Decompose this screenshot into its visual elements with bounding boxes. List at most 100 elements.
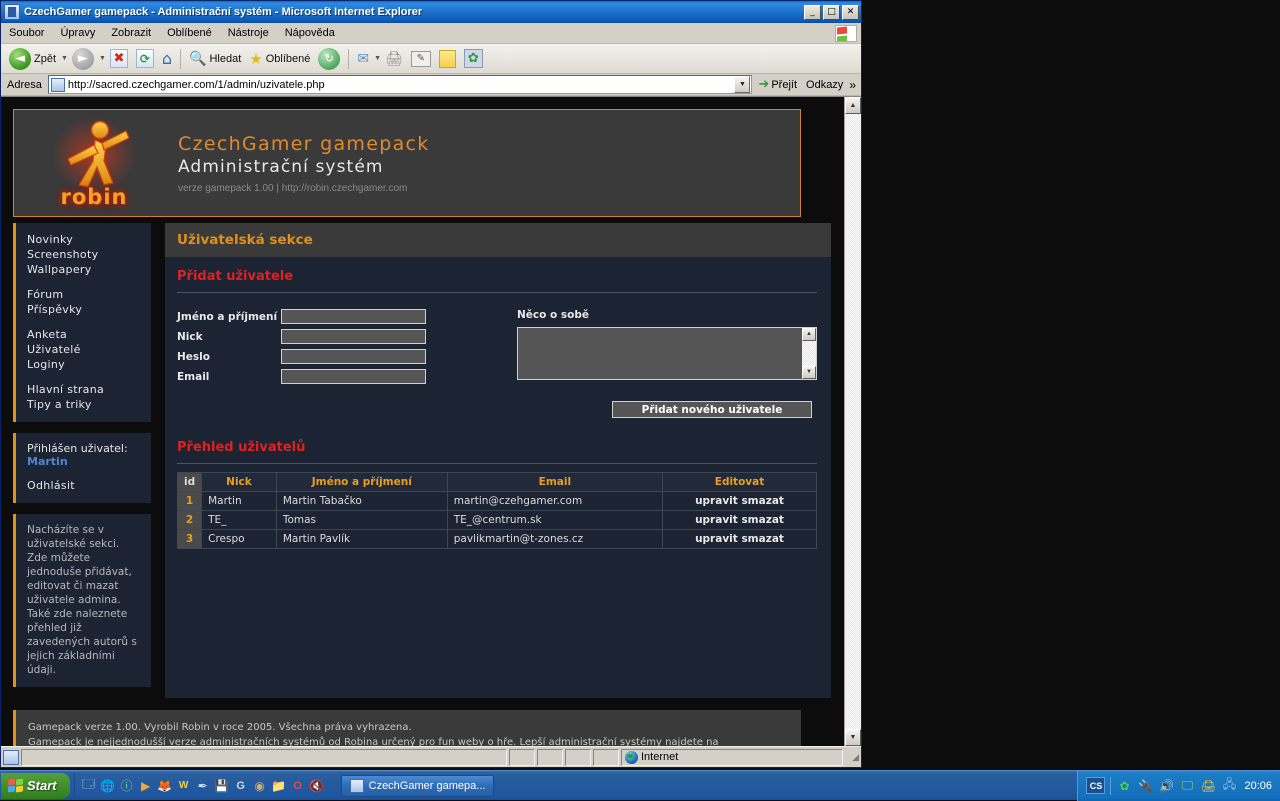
windows-logo-icon — [835, 25, 857, 42]
network-disconnected-icon[interactable]: 🖧 — [1221, 778, 1237, 794]
edit-link[interactable]: upravit — [695, 495, 738, 507]
info-icon[interactable]: ⓘ — [119, 778, 135, 794]
firefox-icon[interactable]: 🦊 — [157, 778, 173, 794]
nav-gap-2 — [27, 317, 141, 327]
go-arrow-icon: ➜ — [758, 77, 769, 92]
mail-button[interactable]: ✉ — [353, 50, 373, 68]
sidebar-item-hlavni-strana[interactable]: Hlavní strana — [27, 382, 141, 397]
ie-window-icon — [4, 4, 20, 20]
nick-field[interactable] — [281, 329, 426, 344]
print-button[interactable]: 🖨 — [381, 50, 407, 68]
refresh-button[interactable]: ⟳ — [132, 48, 158, 69]
opera-icon[interactable]: O — [290, 778, 306, 794]
password-label: Heslo — [177, 351, 281, 363]
usb-device-icon[interactable]: 🔌 — [1137, 778, 1153, 794]
eye-icon[interactable]: ◉ — [252, 778, 268, 794]
fullname-field[interactable] — [281, 309, 426, 324]
maximize-button[interactable]: □ — [823, 5, 840, 20]
sidebar-item-tipy-a-triky[interactable]: Tipy a triky — [27, 397, 141, 412]
home-button[interactable]: ⌂ — [158, 48, 176, 69]
forward-dropdown-icon[interactable]: ▼ — [99, 55, 106, 62]
edit-link[interactable]: upravit — [695, 533, 738, 545]
status-bar: Internet ◢ — [1, 746, 861, 767]
history-button[interactable]: ↻ — [314, 47, 344, 71]
password-field[interactable] — [281, 349, 426, 364]
folder-icon[interactable]: 📁 — [271, 778, 287, 794]
user-list-heading: Přehled uživatelů — [177, 440, 817, 455]
email-field[interactable] — [281, 369, 426, 384]
add-user-button[interactable]: Přidat nového uživatele — [612, 401, 812, 418]
menu-item-oblibene[interactable]: Oblíbené — [159, 25, 220, 41]
gimp-icon[interactable]: G — [233, 778, 249, 794]
edit-link[interactable]: upravit — [695, 514, 738, 526]
mail-dropdown-icon[interactable]: ▼ — [374, 55, 381, 62]
clock[interactable]: 20:06 — [1244, 780, 1274, 792]
menu-item-nastroje[interactable]: Nástroje — [220, 25, 277, 41]
sidebar-item-novinky[interactable]: Novinky — [27, 232, 141, 247]
language-indicator[interactable]: CS — [1086, 777, 1105, 794]
scroll-track[interactable] — [845, 114, 861, 729]
address-input[interactable]: http://sacred.czechgamer.com/1/admin/uzi… — [48, 75, 753, 94]
sidebar-info-text: Nacházíte se v uživatelské sekci. Zde mů… — [27, 523, 141, 677]
quick-launch-bar: 🗔 🌐 ⓘ ▶ 🦊 W ✒ 💾 G ◉ 📁 O 🔇 — [74, 773, 331, 799]
sidebar-item-forum[interactable]: Fórum — [27, 287, 141, 302]
display-icon[interactable]: 🖵 — [1179, 778, 1195, 794]
notes-button[interactable] — [435, 49, 460, 69]
close-button[interactable]: ✕ — [842, 5, 859, 20]
sidebar-item-wallpapery[interactable]: Wallpapery — [27, 262, 141, 277]
page-scrollbar[interactable]: ▲ ▼ — [844, 97, 861, 746]
volume-icon[interactable]: 🔊 — [1158, 778, 1174, 794]
go-button[interactable]: ➜ Přejít — [755, 77, 800, 92]
about-textarea[interactable]: ▲ ▼ — [517, 327, 817, 380]
about-scroll-track[interactable] — [802, 341, 816, 366]
about-scrollbar[interactable]: ▲ ▼ — [802, 328, 816, 379]
forward-button[interactable]: ► — [68, 47, 98, 71]
mute-icon[interactable]: 🔇 — [309, 778, 325, 794]
icq-tray-icon[interactable]: ✿ — [1116, 778, 1132, 794]
search-button[interactable]: 🔍 Hledat — [185, 50, 245, 68]
desktop: CzechGamer gamepack - Administrační syst… — [0, 0, 1280, 800]
show-desktop-icon[interactable]: 🗔 — [81, 778, 97, 794]
delete-link[interactable]: smazat — [741, 495, 784, 507]
scroll-up-button[interactable]: ▲ — [845, 97, 861, 114]
delete-link[interactable]: smazat — [741, 533, 784, 545]
pen-icon[interactable]: ✒ — [195, 778, 211, 794]
sidebar-item-screenshoty[interactable]: Screenshoty — [27, 247, 141, 262]
delete-link[interactable]: smazat — [741, 514, 784, 526]
sidebar-item-prispevky[interactable]: Příspěvky — [27, 302, 141, 317]
about-scroll-down-button[interactable]: ▼ — [802, 366, 816, 379]
sidebar-item-anketa[interactable]: Anketa — [27, 327, 141, 342]
internet-explorer-icon[interactable]: 🌐 — [100, 778, 116, 794]
media-player-icon[interactable]: ▶ — [138, 778, 154, 794]
scroll-down-button[interactable]: ▼ — [845, 729, 861, 746]
logout-link[interactable]: Odhlásit — [27, 478, 141, 493]
menu-item-soubor[interactable]: Soubor — [1, 25, 52, 41]
resize-grip-icon[interactable]: ◢ — [845, 752, 859, 763]
menu-item-upravy[interactable]: Úpravy — [52, 25, 103, 41]
about-textarea-content[interactable] — [518, 328, 802, 379]
favorites-button[interactable]: ★ Oblíbené — [245, 49, 314, 69]
about-scroll-up-button[interactable]: ▲ — [802, 328, 816, 341]
edit-button[interactable]: ✎ — [407, 50, 435, 68]
menu-item-zobrazit[interactable]: Zobrazit — [103, 25, 159, 41]
menu-item-napoveda[interactable]: Nápověda — [277, 25, 343, 41]
winamp-icon[interactable]: W — [176, 778, 192, 794]
stop-button[interactable]: ✖ — [106, 48, 132, 69]
back-button[interactable]: ◄ Zpět — [5, 47, 60, 71]
cell-email: martin@czehgamer.com — [447, 492, 662, 511]
minimize-button[interactable]: _ — [804, 5, 821, 20]
save-disk-icon[interactable]: 💾 — [214, 778, 230, 794]
main-content: Uživatelská sekce Přidat uživatele Jméno… — [165, 223, 831, 698]
back-dropdown-icon[interactable]: ▼ — [61, 55, 68, 62]
col-name: Jméno a příjmení — [276, 473, 447, 492]
address-dropdown-icon[interactable]: ▼ — [734, 76, 750, 93]
section-title: Uživatelská sekce — [177, 232, 313, 248]
links-button[interactable]: Odkazy — [803, 79, 846, 91]
chevron-more-icon[interactable]: » — [849, 78, 858, 92]
taskbar-item-czechgamer[interactable]: CzechGamer gamepa... — [341, 775, 495, 797]
start-button[interactable]: Start — [1, 773, 70, 799]
sidebar-item-uzivatele[interactable]: Uživatelé — [27, 342, 141, 357]
sidebar-item-loginy[interactable]: Loginy — [27, 357, 141, 372]
messenger-button[interactable]: ✿ — [460, 48, 487, 69]
printer-tray-icon[interactable]: 🖨 — [1200, 778, 1216, 794]
